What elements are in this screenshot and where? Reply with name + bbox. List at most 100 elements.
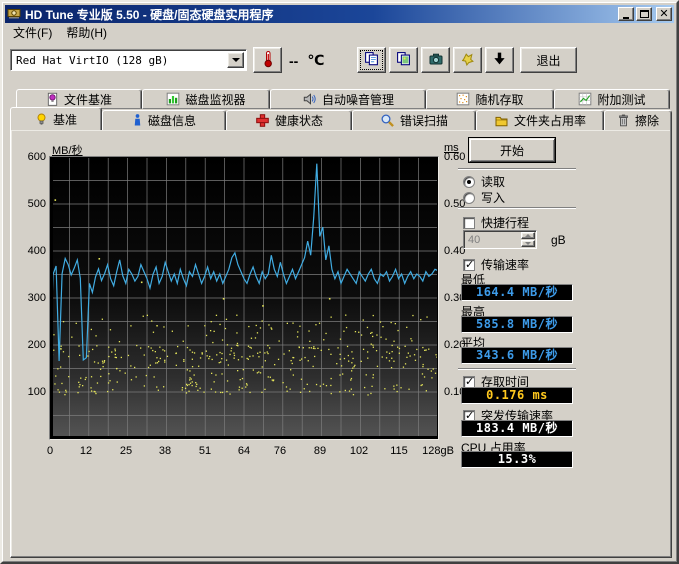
tab-extra-tests[interactable]: 附加测试: [554, 89, 670, 109]
tab-label: 磁盘监视器: [185, 91, 245, 108]
tab-folder-usage[interactable]: 文件夹占用率: [476, 110, 604, 130]
tab-label: 文件夹占用率: [514, 112, 586, 129]
axis-tick-label: 500: [13, 198, 46, 210]
spinner-down-button: [521, 240, 535, 247]
tab-label: 附加测试: [597, 91, 645, 108]
shortstroke-label: 快捷行程: [481, 214, 529, 231]
tab-disk-monitor[interactable]: 磁盘监视器: [142, 89, 270, 109]
app-icon: [7, 6, 21, 23]
drive-select-arrow-button[interactable]: [227, 52, 244, 68]
axis-tick-label: 25: [120, 445, 132, 457]
tab-health[interactable]: 健康状态: [226, 110, 352, 130]
close-button[interactable]: [656, 7, 672, 21]
bulb-icon: [35, 112, 48, 127]
avg-value: 343.6 MB/秒: [461, 347, 573, 364]
tab-erase[interactable]: 擦除: [604, 110, 672, 130]
access-time-value: 0.176 ms: [461, 387, 573, 404]
axis-tick-label: 12: [80, 445, 92, 457]
save-results-button[interactable]: [485, 47, 514, 73]
write-radio[interactable]: 写入: [463, 189, 505, 206]
grid-chart-icon: [578, 92, 592, 106]
read-radio-control[interactable]: [463, 176, 475, 188]
maximize-button[interactable]: [636, 7, 652, 21]
trash-icon: [617, 113, 630, 128]
close-icon: [659, 9, 668, 19]
axis-tick-label: 51: [199, 445, 211, 457]
drive-select[interactable]: Red Hat VirtIO (128 gB): [10, 49, 247, 71]
chevron-down-icon: [232, 58, 240, 62]
spinner-down-icon: [525, 242, 531, 245]
copy-icon: [364, 51, 379, 69]
axis-tick-label: 38: [159, 445, 171, 457]
axis-tick-label: 64: [238, 445, 250, 457]
spinner-up-icon: [525, 234, 531, 237]
axis-tick-label: 0: [47, 445, 53, 457]
tab-label: 健康状态: [275, 112, 323, 129]
axis-tick-label: 89: [314, 445, 326, 457]
max-value: 585.8 MB/秒: [461, 316, 573, 333]
write-radio-control[interactable]: [463, 192, 475, 204]
exit-button[interactable]: 退出: [520, 47, 577, 73]
read-radio-label: 读取: [481, 173, 505, 190]
tab-file-benchmark[interactable]: 文件基准: [16, 89, 142, 109]
min-value: 164.4 MB/秒: [461, 284, 573, 301]
axis-tick-label: 115: [390, 445, 408, 457]
transfer-rate-checkbox-control[interactable]: [463, 259, 475, 271]
toolbar-buttons: [357, 47, 514, 73]
axis-tick-label: 102: [350, 445, 368, 457]
exit-button-label: 退出: [536, 52, 560, 69]
separator: [458, 168, 576, 170]
tab-label: 自动噪音管理: [322, 91, 394, 108]
tab-benchmark[interactable]: 基准: [10, 107, 102, 130]
tab-error-scan[interactable]: 错误扫描: [352, 110, 476, 130]
tab-row-back: 文件基准 磁盘监视器 自动噪音管理 随机存取 附加测试: [16, 88, 670, 109]
benchmark-chart: [50, 157, 438, 439]
cpu-usage-value: 15.3%: [461, 451, 573, 468]
menu-bar: 文件(F) 帮助(H): [5, 23, 674, 42]
tab-aam[interactable]: 自动噪音管理: [270, 89, 426, 109]
spinner-up-button: [521, 232, 535, 239]
minimize-button[interactable]: [618, 7, 634, 21]
axis-tick-label: 100: [13, 386, 46, 398]
export-button[interactable]: [453, 47, 482, 73]
folder-icon: [494, 114, 509, 128]
minimize-icon: [623, 17, 629, 19]
axis-tick-label: 300: [13, 292, 46, 304]
camera-icon: [428, 52, 444, 69]
tab-label: 错误扫描: [400, 112, 448, 129]
tab-label: 磁盘信息: [148, 112, 196, 129]
axis-tick-label: 76: [274, 445, 286, 457]
down-arrow-icon: [492, 51, 507, 69]
shortstroke-unit-label: gB: [551, 233, 566, 247]
tab-random-access[interactable]: 随机存取: [426, 89, 554, 109]
magnifier-icon: [380, 113, 395, 128]
bars-icon: [166, 92, 180, 106]
access-time-checkbox-control[interactable]: [463, 376, 475, 388]
tab-label: 文件基准: [64, 91, 112, 108]
cross-icon: [255, 113, 270, 128]
start-button-label: 开始: [500, 142, 524, 159]
tab-label: 擦除: [635, 112, 659, 129]
tab-disk-info[interactable]: 磁盘信息: [102, 110, 226, 130]
axis-tick-label: 400: [13, 245, 46, 257]
temperature-readout: -- ℃: [289, 52, 324, 69]
screenshot-button[interactable]: [421, 47, 450, 73]
doc-bulb-icon: [46, 92, 59, 107]
start-button[interactable]: 开始: [469, 138, 555, 162]
temperature-button[interactable]: [253, 47, 282, 73]
shortstroke-checkbox-control[interactable]: [463, 217, 475, 229]
menu-file[interactable]: 文件(F): [6, 22, 59, 43]
copy-image-icon: [396, 51, 411, 69]
shortstroke-checkbox[interactable]: 快捷行程: [463, 214, 529, 231]
axis-tick-label: 200: [13, 339, 46, 351]
axis-tick-label: 128gB: [422, 445, 454, 457]
temperature-unit: ℃: [307, 52, 324, 69]
axis-tick-label: 600: [13, 151, 46, 163]
copy-image-button[interactable]: [389, 47, 418, 73]
menu-help[interactable]: 帮助(H): [59, 22, 114, 43]
shortstroke-size-spinner: 40: [463, 230, 537, 249]
read-radio[interactable]: 读取: [463, 173, 505, 190]
benchmark-panel: MB/秒 ms 600500400300200100 0.600.500.400…: [10, 129, 672, 558]
copy-text-button[interactable]: [357, 47, 386, 73]
shortstroke-size-value: 40: [468, 234, 480, 246]
